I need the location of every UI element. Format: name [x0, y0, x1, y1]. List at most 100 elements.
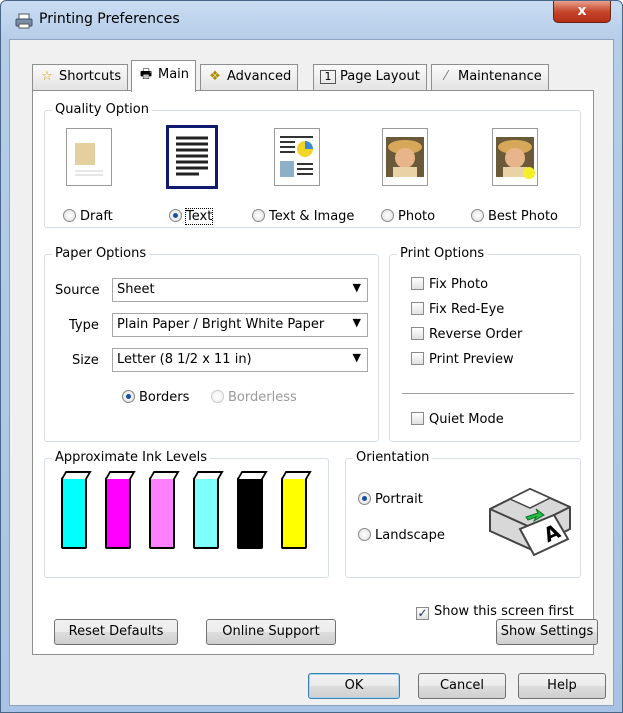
checkbox-label: Reverse Order	[429, 327, 523, 342]
checkbox-indicator	[411, 327, 424, 340]
ink-cartridge-5	[237, 471, 268, 549]
checkbox-indicator	[411, 302, 424, 315]
radio-label: Portrait	[375, 492, 423, 507]
radio-label: Photo	[398, 209, 436, 224]
quality-option-group: Quality Option Draft Text Text & Image P…	[44, 102, 581, 228]
group-title: Print Options	[397, 246, 488, 262]
radio-indicator	[63, 209, 76, 222]
tab-label: Advanced	[227, 69, 292, 84]
quality-text-radio[interactable]: Text	[169, 208, 214, 225]
chevron-down-icon: ▼	[352, 281, 361, 294]
type-value: Plain Paper / Bright White Paper	[117, 317, 325, 332]
orientation-printer-icon: A	[489, 487, 571, 557]
quality-draft-radio[interactable]: Draft	[63, 209, 113, 224]
quality-text-image-radio[interactable]: Text & Image	[252, 209, 354, 224]
fix-photo-checkbox[interactable]: Fix Photo	[411, 277, 488, 292]
help-button[interactable]: Help	[518, 673, 606, 699]
tab-label: Maintenance	[458, 69, 542, 84]
type-label: Type	[69, 318, 99, 333]
close-icon: x	[577, 3, 587, 19]
draft-thumbnail[interactable]	[66, 128, 112, 186]
ink-cartridge-3	[149, 471, 180, 549]
radio-indicator	[211, 390, 224, 403]
group-title: Quality Option	[52, 102, 152, 118]
ink-cartridge-top	[237, 471, 268, 479]
checkbox-label: Fix Photo	[429, 277, 489, 292]
star-icon: ☆	[41, 69, 53, 84]
checkbox-label: Show this screen first	[434, 604, 574, 619]
radio-label: Borderless	[228, 390, 297, 405]
checkbox-indicator	[411, 352, 424, 365]
ink-levels-group: Approximate Ink Levels	[44, 450, 329, 578]
advanced-icon: ❖	[209, 69, 221, 84]
borderless-radio[interactable]: Borderless	[211, 390, 297, 405]
ok-button[interactable]: OK	[308, 673, 400, 699]
show-screen-first-checkbox[interactable]: ✓ Show this screen first	[416, 604, 574, 620]
printer-icon	[15, 13, 33, 29]
text-icon	[176, 136, 208, 176]
tab-shortcuts[interactable]: ☆ Shortcuts	[32, 64, 129, 90]
chevron-down-icon: ▼	[352, 316, 361, 329]
text-image-icon	[280, 136, 313, 177]
page-layout-icon: 1	[320, 70, 336, 84]
borders-radio[interactable]: Borders	[122, 390, 189, 405]
show-settings-button[interactable]: Show Settings	[496, 619, 598, 645]
tab-label: Page Layout	[340, 69, 420, 84]
checkbox-label: Quiet Mode	[429, 412, 504, 427]
size-label: Size	[72, 353, 99, 368]
quality-best-photo-radio[interactable]: Best Photo	[471, 209, 558, 224]
divider	[402, 393, 574, 394]
portrait-radio[interactable]: Portrait	[358, 492, 423, 507]
tab-main[interactable]: 🖶 Main	[131, 60, 197, 92]
print-preview-checkbox[interactable]: Print Preview	[411, 352, 514, 367]
ink-cartridge-top	[281, 471, 312, 479]
main-tab-page: Quality Option Draft Text Text & Image P…	[32, 90, 594, 655]
radio-indicator	[122, 390, 135, 403]
photo-icon	[386, 137, 424, 177]
reverse-order-checkbox[interactable]: Reverse Order	[411, 327, 522, 342]
type-select[interactable]: Plain Paper / Bright White Paper ▼	[112, 313, 368, 337]
radio-indicator	[471, 209, 484, 222]
radio-indicator	[252, 209, 265, 222]
ink-cartridge-2	[105, 471, 136, 549]
radio-label: Draft	[80, 209, 113, 224]
button-label: Help	[547, 678, 577, 693]
button-label: OK	[344, 678, 364, 693]
source-select[interactable]: Sheet ▼	[112, 278, 368, 302]
radio-label: Text	[184, 208, 214, 225]
radio-label: Text & Image	[269, 209, 355, 224]
landscape-radio[interactable]: Landscape	[358, 528, 445, 543]
radio-indicator	[358, 528, 371, 541]
group-title: Paper Options	[52, 246, 150, 262]
radio-indicator	[169, 209, 182, 222]
radio-label: Best Photo	[488, 209, 559, 224]
checkbox-label: Fix Red-Eye	[429, 302, 505, 317]
wrench-icon: ⁄	[444, 69, 448, 84]
quality-photo-radio[interactable]: Photo	[381, 209, 435, 224]
radio-indicator	[358, 492, 371, 505]
photo-thumbnail[interactable]	[382, 128, 428, 186]
paper-options-group: Paper Options Source Sheet ▼ Type Plain P…	[44, 246, 379, 442]
title-bar[interactable]: Printing Preferences x	[1, 1, 622, 39]
print-options-group: Print Options Fix Photo Fix Red-Eye Reve…	[389, 246, 581, 442]
group-title: Approximate Ink Levels	[52, 450, 210, 466]
cancel-button[interactable]: Cancel	[418, 673, 506, 699]
source-label: Source	[55, 283, 100, 298]
source-value: Sheet	[117, 282, 155, 297]
fix-red-eye-checkbox[interactable]: Fix Red-Eye	[411, 302, 504, 317]
size-value: Letter (8 1/2 x 11 in)	[117, 352, 252, 367]
ink-cartridge-6	[281, 471, 312, 549]
best-photo-thumbnail[interactable]	[492, 128, 538, 186]
text-image-thumbnail[interactable]	[274, 128, 320, 186]
close-button[interactable]: x	[553, 1, 611, 23]
tab-advanced[interactable]: ❖ Advanced	[200, 64, 299, 90]
text-thumbnail[interactable]	[166, 125, 218, 189]
button-label: Reset Defaults	[68, 624, 164, 639]
size-select[interactable]: Letter (8 1/2 x 11 in) ▼	[112, 348, 368, 372]
quiet-mode-checkbox[interactable]: Quiet Mode	[411, 412, 504, 427]
ink-cartridge-top	[193, 471, 224, 479]
tab-maintenance[interactable]: ⁄ Maintenance	[431, 64, 549, 90]
reset-defaults-button[interactable]: Reset Defaults	[54, 619, 178, 645]
online-support-button[interactable]: Online Support	[206, 619, 336, 645]
tab-page-layout[interactable]: 1 Page Layout	[313, 64, 427, 90]
